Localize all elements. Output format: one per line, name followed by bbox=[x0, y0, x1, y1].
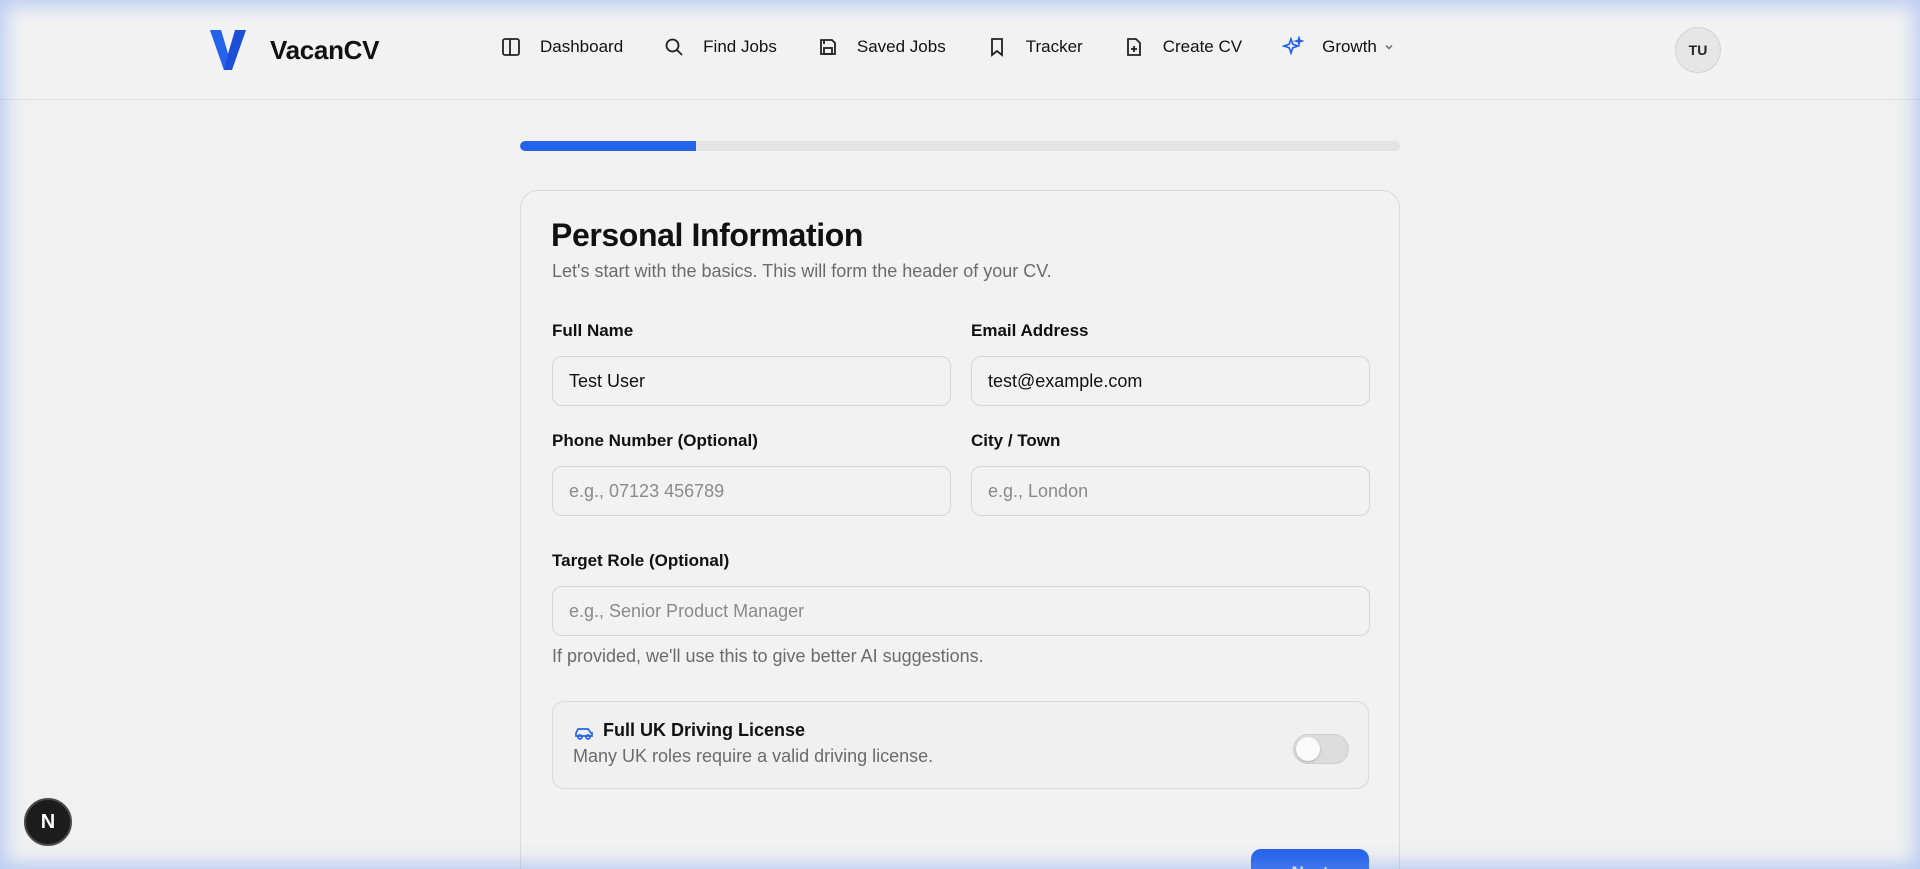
bookmark-icon bbox=[986, 36, 1008, 58]
sparkles-icon bbox=[1282, 36, 1305, 58]
license-toggle[interactable] bbox=[1293, 734, 1349, 764]
progress-bar-fill bbox=[520, 141, 696, 151]
layout-panel-icon bbox=[500, 36, 522, 58]
file-plus-icon bbox=[1123, 36, 1145, 58]
car-icon bbox=[575, 728, 593, 740]
nav-label-create-cv: Create CV bbox=[1162, 37, 1243, 56]
nav-item-create-cv[interactable]: Create CV bbox=[1123, 36, 1242, 58]
phone-field[interactable] bbox=[552, 466, 951, 516]
top-navbar: VacanCV Dashboard Find Jobs Saved Jobs T… bbox=[0, 0, 1920, 100]
nav-label-find-jobs: Find Jobs bbox=[703, 37, 777, 56]
nav-item-find-jobs[interactable]: Find Jobs bbox=[663, 36, 777, 58]
dev-tools-badge[interactable]: N bbox=[24, 798, 72, 846]
nav-label-growth: Growth bbox=[1322, 37, 1377, 56]
next-button[interactable]: Next bbox=[1251, 849, 1369, 869]
nav-label-dashboard: Dashboard bbox=[540, 37, 624, 56]
target-role-hint: If provided, we'll use this to give bett… bbox=[552, 646, 984, 666]
license-title: Full UK Driving License bbox=[603, 720, 806, 740]
nav-item-growth[interactable]: Growth bbox=[1282, 36, 1395, 58]
city-label: City / Town bbox=[971, 431, 1061, 450]
app-name: VacanCV bbox=[270, 34, 380, 65]
main-nav: Dashboard Find Jobs Saved Jobs Tracker C… bbox=[500, 36, 1435, 58]
personal-info-card: Personal Information Let's start with th… bbox=[520, 190, 1400, 869]
nav-item-tracker[interactable]: Tracker bbox=[986, 36, 1083, 58]
full-name-field[interactable] bbox=[552, 356, 951, 406]
progress-bar bbox=[520, 141, 1400, 151]
email-label: Email Address bbox=[971, 321, 1089, 340]
email-field[interactable] bbox=[971, 356, 1370, 406]
nav-item-dashboard[interactable]: Dashboard bbox=[500, 36, 623, 58]
target-role-label: Target Role (Optional) bbox=[552, 551, 730, 570]
full-name-label: Full Name bbox=[552, 321, 634, 340]
license-description: Many UK roles require a valid driving li… bbox=[573, 746, 934, 766]
page-subtitle: Let's start with the basics. This will f… bbox=[552, 261, 1052, 281]
city-field[interactable] bbox=[971, 466, 1370, 516]
driving-license-option: Full UK Driving License Many UK roles re… bbox=[552, 701, 1369, 789]
nav-label-tracker: Tracker bbox=[1025, 37, 1083, 56]
page-title: Personal Information bbox=[551, 217, 864, 253]
phone-label: Phone Number (Optional) bbox=[552, 431, 758, 450]
logo-v-icon bbox=[210, 30, 246, 70]
toggle-knob bbox=[1296, 737, 1320, 761]
user-avatar[interactable]: TU bbox=[1675, 27, 1721, 73]
nav-item-saved-jobs[interactable]: Saved Jobs bbox=[817, 36, 946, 58]
app-logo[interactable]: VacanCV bbox=[208, 28, 379, 72]
chevron-down-icon bbox=[1385, 45, 1393, 50]
search-icon bbox=[663, 36, 685, 58]
target-role-field[interactable] bbox=[552, 586, 1370, 636]
nav-label-saved-jobs: Saved Jobs bbox=[856, 37, 946, 56]
save-icon bbox=[817, 36, 839, 58]
